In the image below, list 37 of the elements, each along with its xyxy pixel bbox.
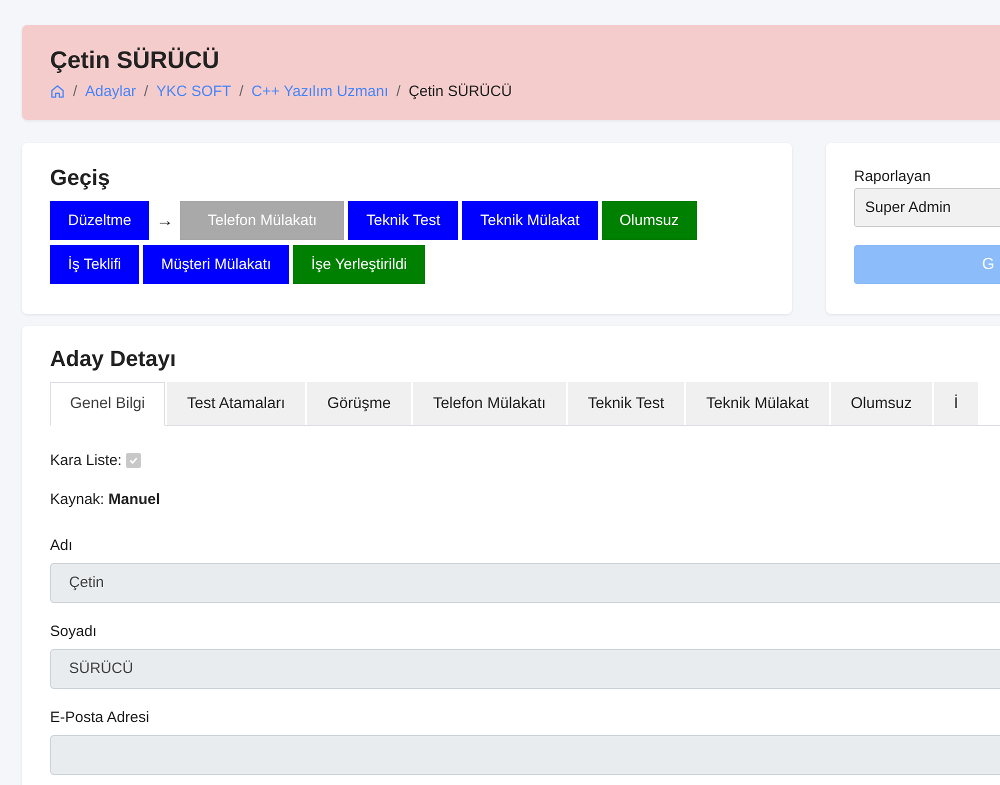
transition-button[interactable]: İş Teklifi bbox=[50, 245, 140, 284]
breadcrumb-current: Çetin SÜRÜCÜ bbox=[408, 83, 512, 100]
breadcrumb-separator: / bbox=[239, 83, 244, 100]
tab[interactable]: Teknik Test bbox=[568, 382, 684, 425]
arrow-text: → bbox=[156, 210, 174, 230]
field-label: Adı bbox=[50, 537, 74, 554]
breadcrumb-separator: / bbox=[73, 83, 78, 100]
input-field[interactable]: SÜRÜCÜ bbox=[50, 649, 1000, 689]
transition-button[interactable]: İşe Yerleştirildi bbox=[293, 245, 426, 284]
card-title: Aday Detayı bbox=[50, 346, 177, 372]
reporter-select[interactable]: Super Admin bbox=[854, 188, 1000, 227]
transition-button[interactable]: Düzeltme bbox=[50, 201, 150, 240]
checkmark-icon bbox=[128, 455, 139, 466]
home-icon[interactable] bbox=[50, 84, 65, 99]
tab[interactable]: Teknik Mülakat bbox=[686, 382, 829, 425]
tab[interactable]: İ bbox=[934, 382, 978, 425]
card-title: Geçiş bbox=[50, 165, 111, 191]
source-text: Kaynak: Manuel bbox=[50, 491, 160, 508]
tab[interactable]: Test Atamaları bbox=[166, 382, 306, 425]
page-title: Çetin SÜRÜCÜ bbox=[50, 47, 220, 75]
input-field[interactable] bbox=[50, 735, 1000, 775]
tab[interactable]: Olumsuz bbox=[830, 382, 932, 425]
blacklist-checkbox[interactable] bbox=[126, 453, 141, 468]
field-label: Soyadı bbox=[50, 623, 98, 640]
field-label: Raporlayan bbox=[854, 168, 932, 185]
blacklist-label: Kara Liste: bbox=[50, 452, 122, 469]
tab[interactable]: Görüşme bbox=[307, 382, 411, 425]
transition-button[interactable]: Teknik Mülakat bbox=[462, 201, 598, 240]
transition-button[interactable]: Teknik Test bbox=[348, 201, 458, 240]
field-label: E-Posta Adresi bbox=[50, 709, 150, 726]
transition-button[interactable]: Olumsuz bbox=[602, 201, 697, 240]
breadcrumb-separator: / bbox=[144, 83, 148, 100]
tab[interactable]: Genel Bilgi bbox=[50, 382, 165, 426]
tab[interactable]: Telefon Mülakatı bbox=[412, 382, 566, 425]
breadcrumb-separator: / bbox=[396, 83, 401, 100]
transition-button[interactable]: Müşteri Mülakatı bbox=[143, 245, 290, 284]
input-field[interactable]: Çetin bbox=[50, 563, 1000, 603]
